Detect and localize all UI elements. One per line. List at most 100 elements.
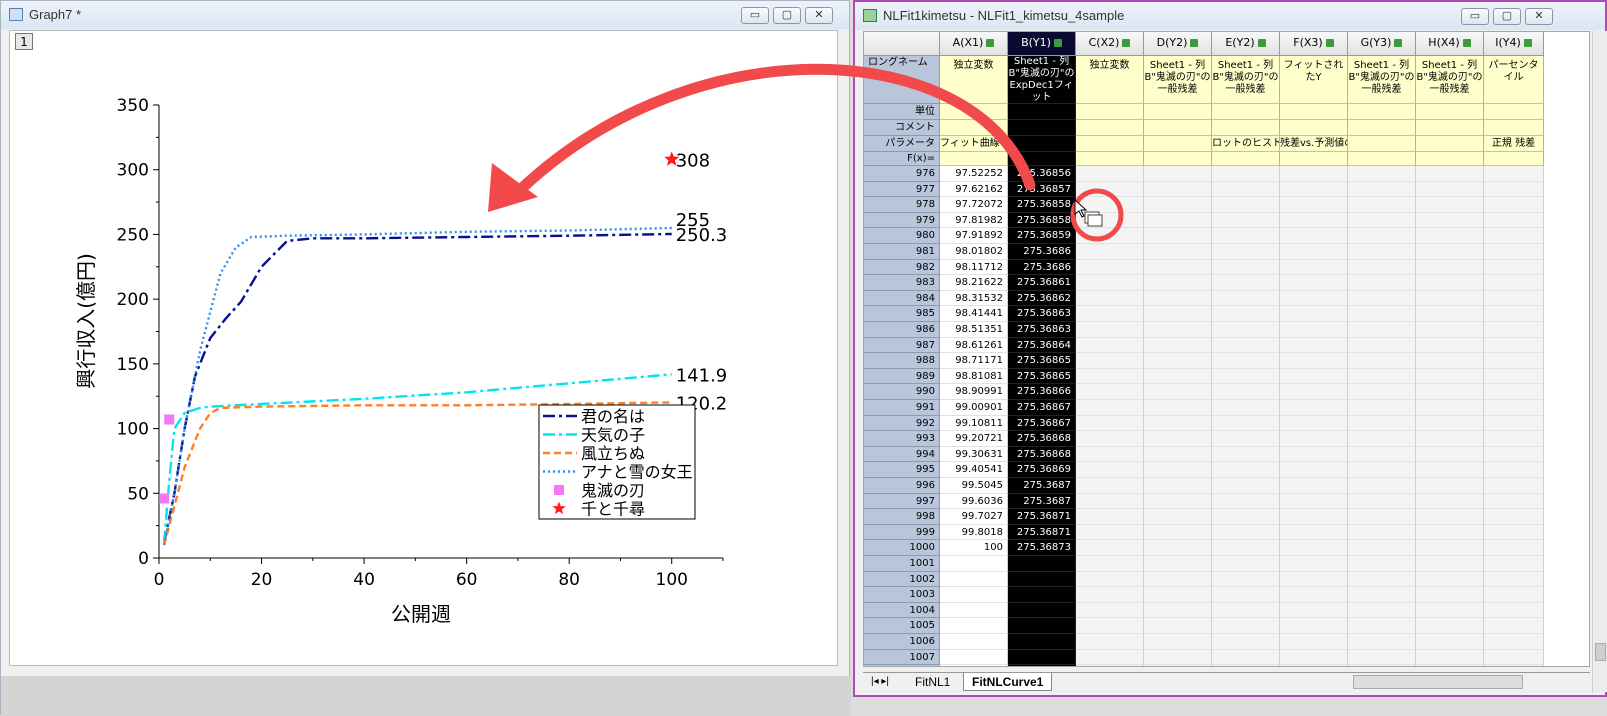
data-cell[interactable] [1076,290,1144,307]
data-cell[interactable] [1280,649,1348,666]
data-cell[interactable]: 99.00901 [940,400,1008,416]
row-number[interactable]: 981 [864,244,940,260]
data-cell[interactable] [1280,306,1348,322]
meta-cell[interactable]: フィットされたY [1280,56,1348,104]
data-cell[interactable] [1484,524,1544,541]
meta-cell[interactable] [1280,104,1348,120]
data-cell[interactable] [1212,649,1280,666]
data-cell[interactable] [1144,181,1212,198]
data-cell[interactable] [1212,540,1280,556]
tab-fitnlcurve1[interactable]: FitNLCurve1 [963,673,1053,691]
data-cell[interactable] [1484,431,1544,447]
data-cell[interactable] [1348,259,1416,276]
vertical-scrollbar[interactable] [1592,31,1607,692]
meta-cell[interactable]: 正規 残差 [1484,136,1544,152]
meta-cell[interactable] [1144,120,1212,136]
data-cell[interactable] [1144,649,1212,666]
data-cell[interactable] [1212,306,1280,322]
row-number[interactable]: 1003 [864,587,940,603]
data-cell[interactable] [1348,602,1416,619]
data-cell[interactable] [1416,462,1484,478]
data-point-kimetsu[interactable] [159,493,170,504]
data-cell[interactable] [1416,368,1484,385]
data-cell[interactable] [1212,571,1280,588]
data-cell[interactable] [1416,634,1484,650]
data-cell[interactable] [1076,602,1144,619]
data-cell[interactable] [1280,478,1348,494]
data-cell[interactable] [1212,602,1280,619]
data-cell[interactable]: 97.52252 [940,166,1008,182]
data-cell[interactable] [1076,353,1144,369]
data-point-kimetsu[interactable] [164,414,175,425]
data-cell[interactable] [1348,509,1416,525]
data-cell[interactable] [1348,431,1416,447]
data-cell[interactable]: 97.62162 [940,181,1008,198]
data-cell[interactable] [1484,602,1544,619]
data-cell[interactable] [1348,275,1416,291]
data-cell[interactable] [1280,384,1348,400]
data-cell[interactable] [1144,197,1212,213]
data-cell[interactable] [1280,290,1348,307]
column-header-0[interactable]: A(X1) [940,32,1008,56]
row-number[interactable]: 983 [864,275,940,291]
data-cell[interactable] [1076,431,1144,447]
data-cell[interactable] [1076,446,1144,463]
data-cell[interactable] [1076,649,1144,666]
meta-cell[interactable]: Sheet1 - 列B"鬼滅の刃"の一般残差 [1416,56,1484,104]
data-cell[interactable] [1144,540,1212,556]
data-cell[interactable] [1280,602,1348,619]
data-cell[interactable] [1416,556,1484,572]
meta-cell[interactable] [1416,104,1484,120]
data-cell[interactable] [1144,431,1212,447]
data-cell[interactable] [1280,400,1348,416]
data-cell[interactable] [1416,275,1484,291]
data-cell[interactable] [1348,478,1416,494]
row-number[interactable]: 996 [864,478,940,494]
data-cell[interactable] [1348,244,1416,260]
data-cell[interactable] [1212,587,1280,603]
data-cell[interactable]: 275.3687 [1008,478,1076,494]
meta-cell[interactable] [1348,152,1416,166]
data-cell[interactable] [1144,244,1212,260]
data-cell[interactable]: 275.36861 [1008,275,1076,291]
data-cell[interactable] [1076,212,1144,229]
data-cell[interactable] [1280,368,1348,385]
data-cell[interactable] [1144,493,1212,510]
column-header-3[interactable]: D(Y2) [1144,32,1212,56]
data-cell[interactable] [1212,446,1280,463]
data-cell[interactable] [940,587,1008,603]
data-cell[interactable] [1212,556,1280,572]
data-cell[interactable] [1484,166,1544,182]
meta-cell[interactable] [940,152,1008,166]
data-cell[interactable]: 275.3686 [1008,244,1076,260]
data-cell[interactable] [1416,400,1484,416]
data-cell[interactable] [1416,493,1484,510]
data-cell[interactable]: 99.40541 [940,462,1008,478]
data-cell[interactable] [1484,259,1544,276]
meta-cell[interactable] [1280,120,1348,136]
data-cell[interactable] [1280,244,1348,260]
data-cell[interactable] [1280,322,1348,338]
data-cell[interactable] [1280,166,1348,182]
data-cell[interactable] [1348,415,1416,432]
data-cell[interactable] [1484,540,1544,556]
data-cell[interactable] [1280,337,1348,354]
graph-window[interactable]: Graph7 * ▭ ▢ ✕ 1 0 50 100 150 200 250 300 350 0 2… [0,0,851,716]
data-cell[interactable] [1076,478,1144,494]
meta-cell[interactable] [1348,120,1416,136]
data-cell[interactable] [1348,587,1416,603]
data-cell[interactable] [1348,228,1416,244]
data-cell[interactable] [1484,197,1544,213]
data-cell[interactable] [1144,602,1212,619]
row-number[interactable]: 978 [864,197,940,213]
ws-close-button[interactable]: ✕ [1525,8,1553,25]
meta-cell[interactable] [1348,136,1416,152]
data-cell[interactable] [1280,462,1348,478]
data-cell[interactable] [1280,212,1348,229]
data-cell[interactable] [1076,462,1144,478]
data-cell[interactable]: 275.36866 [1008,384,1076,400]
worksheet-grid[interactable]: A(X1) B(Y1) C(X2) D(Y2) E(Y2) F(X3) G(Y3) H(X4)… [863,31,1590,667]
row-number[interactable]: 986 [864,322,940,338]
meta-cell[interactable] [1144,152,1212,166]
data-cell[interactable] [1484,446,1544,463]
